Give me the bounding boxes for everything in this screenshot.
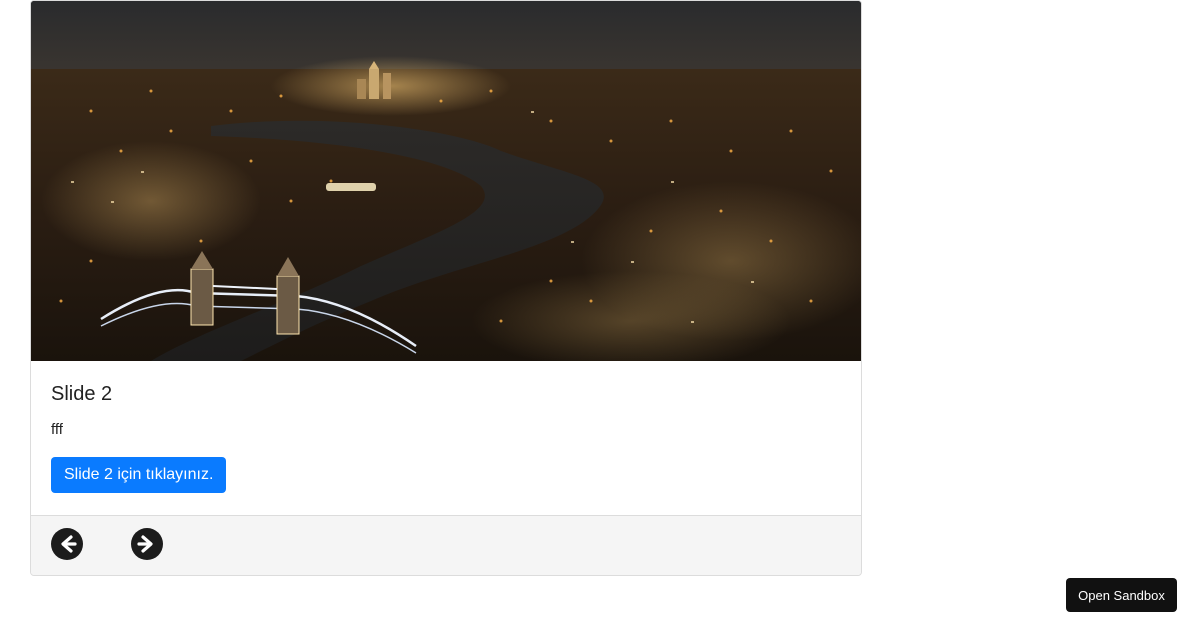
slide-image <box>31 1 861 361</box>
slide-title: Slide 2 <box>51 383 113 405</box>
slide-text: fff <box>51 421 63 438</box>
next-slide-button[interactable] <box>131 528 163 560</box>
slide-action-button[interactable]: Slide 2 için tıklayınız. <box>51 457 227 493</box>
arrow-right-circle-icon <box>137 535 153 553</box>
open-sandbox-button[interactable]: Open Sandbox <box>1066 578 1177 612</box>
arrow-left-circle-icon <box>61 535 77 553</box>
city-night-image <box>31 1 861 361</box>
slide-caption: Slide 2 fff Slide 2 için tıklayınız. <box>31 361 861 516</box>
carousel-controls <box>31 515 861 575</box>
prev-slide-button[interactable] <box>51 528 83 560</box>
carousel-card: Slide 2 fff Slide 2 için tıklayınız. <box>30 0 862 576</box>
